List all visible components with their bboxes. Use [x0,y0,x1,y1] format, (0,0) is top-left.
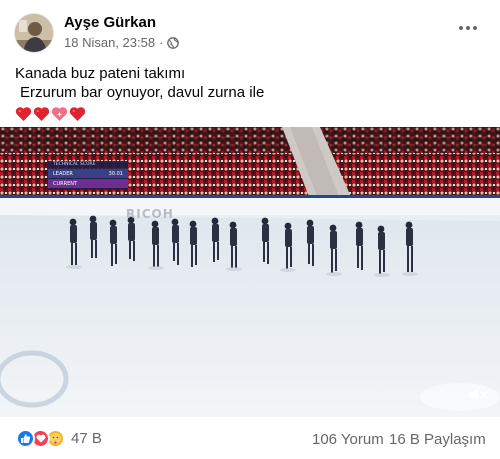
post-timestamp[interactable]: 18 Nisan, 23:58 [64,35,155,50]
globe-icon[interactable] [167,36,180,49]
scoreboard-leader-label: LEADER [53,171,73,177]
more-horizontal-icon [459,26,463,30]
more-options-button[interactable] [455,18,481,38]
comments-count-link[interactable]: 106 Yorum [312,431,384,448]
post-text-line-1: Kanada buz pateni takımı [15,65,186,82]
reaction-count: 47 B [71,430,102,447]
rink-sponsor-text: RICOH [126,207,174,221]
scoreboard-leader-score: 30.01 [108,171,123,177]
post-header: Ayşe Gürkan 18 Nisan, 23:58 · [0,0,500,60]
speaker-muted-icon [469,388,488,402]
avatar[interactable] [14,13,54,53]
author-name[interactable]: Ayşe Gürkan [64,14,156,31]
avatar-image [15,14,53,52]
emoji-row [15,105,264,123]
post-footer: 47 B 106 Yorum 16 B Paylaşım [0,417,500,459]
reactions-summary[interactable]: 47 B [16,429,102,448]
mute-button[interactable] [466,383,490,407]
red-heart-icon [33,107,50,121]
post-text-line-2: Erzurum bar oynuyor, davul zurna ile [20,84,265,101]
meta-separator: · [159,35,164,50]
like-reaction-icon [16,429,35,448]
video-player[interactable]: TECHNICAL SCORE LEADER 30.01 CURRENT RIC… [0,127,500,417]
scoreboard-current-label: CURRENT [53,181,78,187]
red-heart-icon [69,107,86,121]
post-text: Kanada buz pateni takımı Erzurum bar oyn… [15,64,264,123]
post-meta: 18 Nisan, 23:58 · [64,35,180,50]
red-heart-icon [15,107,32,121]
scoreboard-overlay: TECHNICAL SCORE LEADER 30.01 CURRENT [48,161,128,190]
shares-count-link[interactable]: 16 B Paylaşım [389,431,486,448]
scoreboard-title: TECHNICAL SCORE [53,162,96,167]
sparkling-heart-icon [51,107,68,121]
